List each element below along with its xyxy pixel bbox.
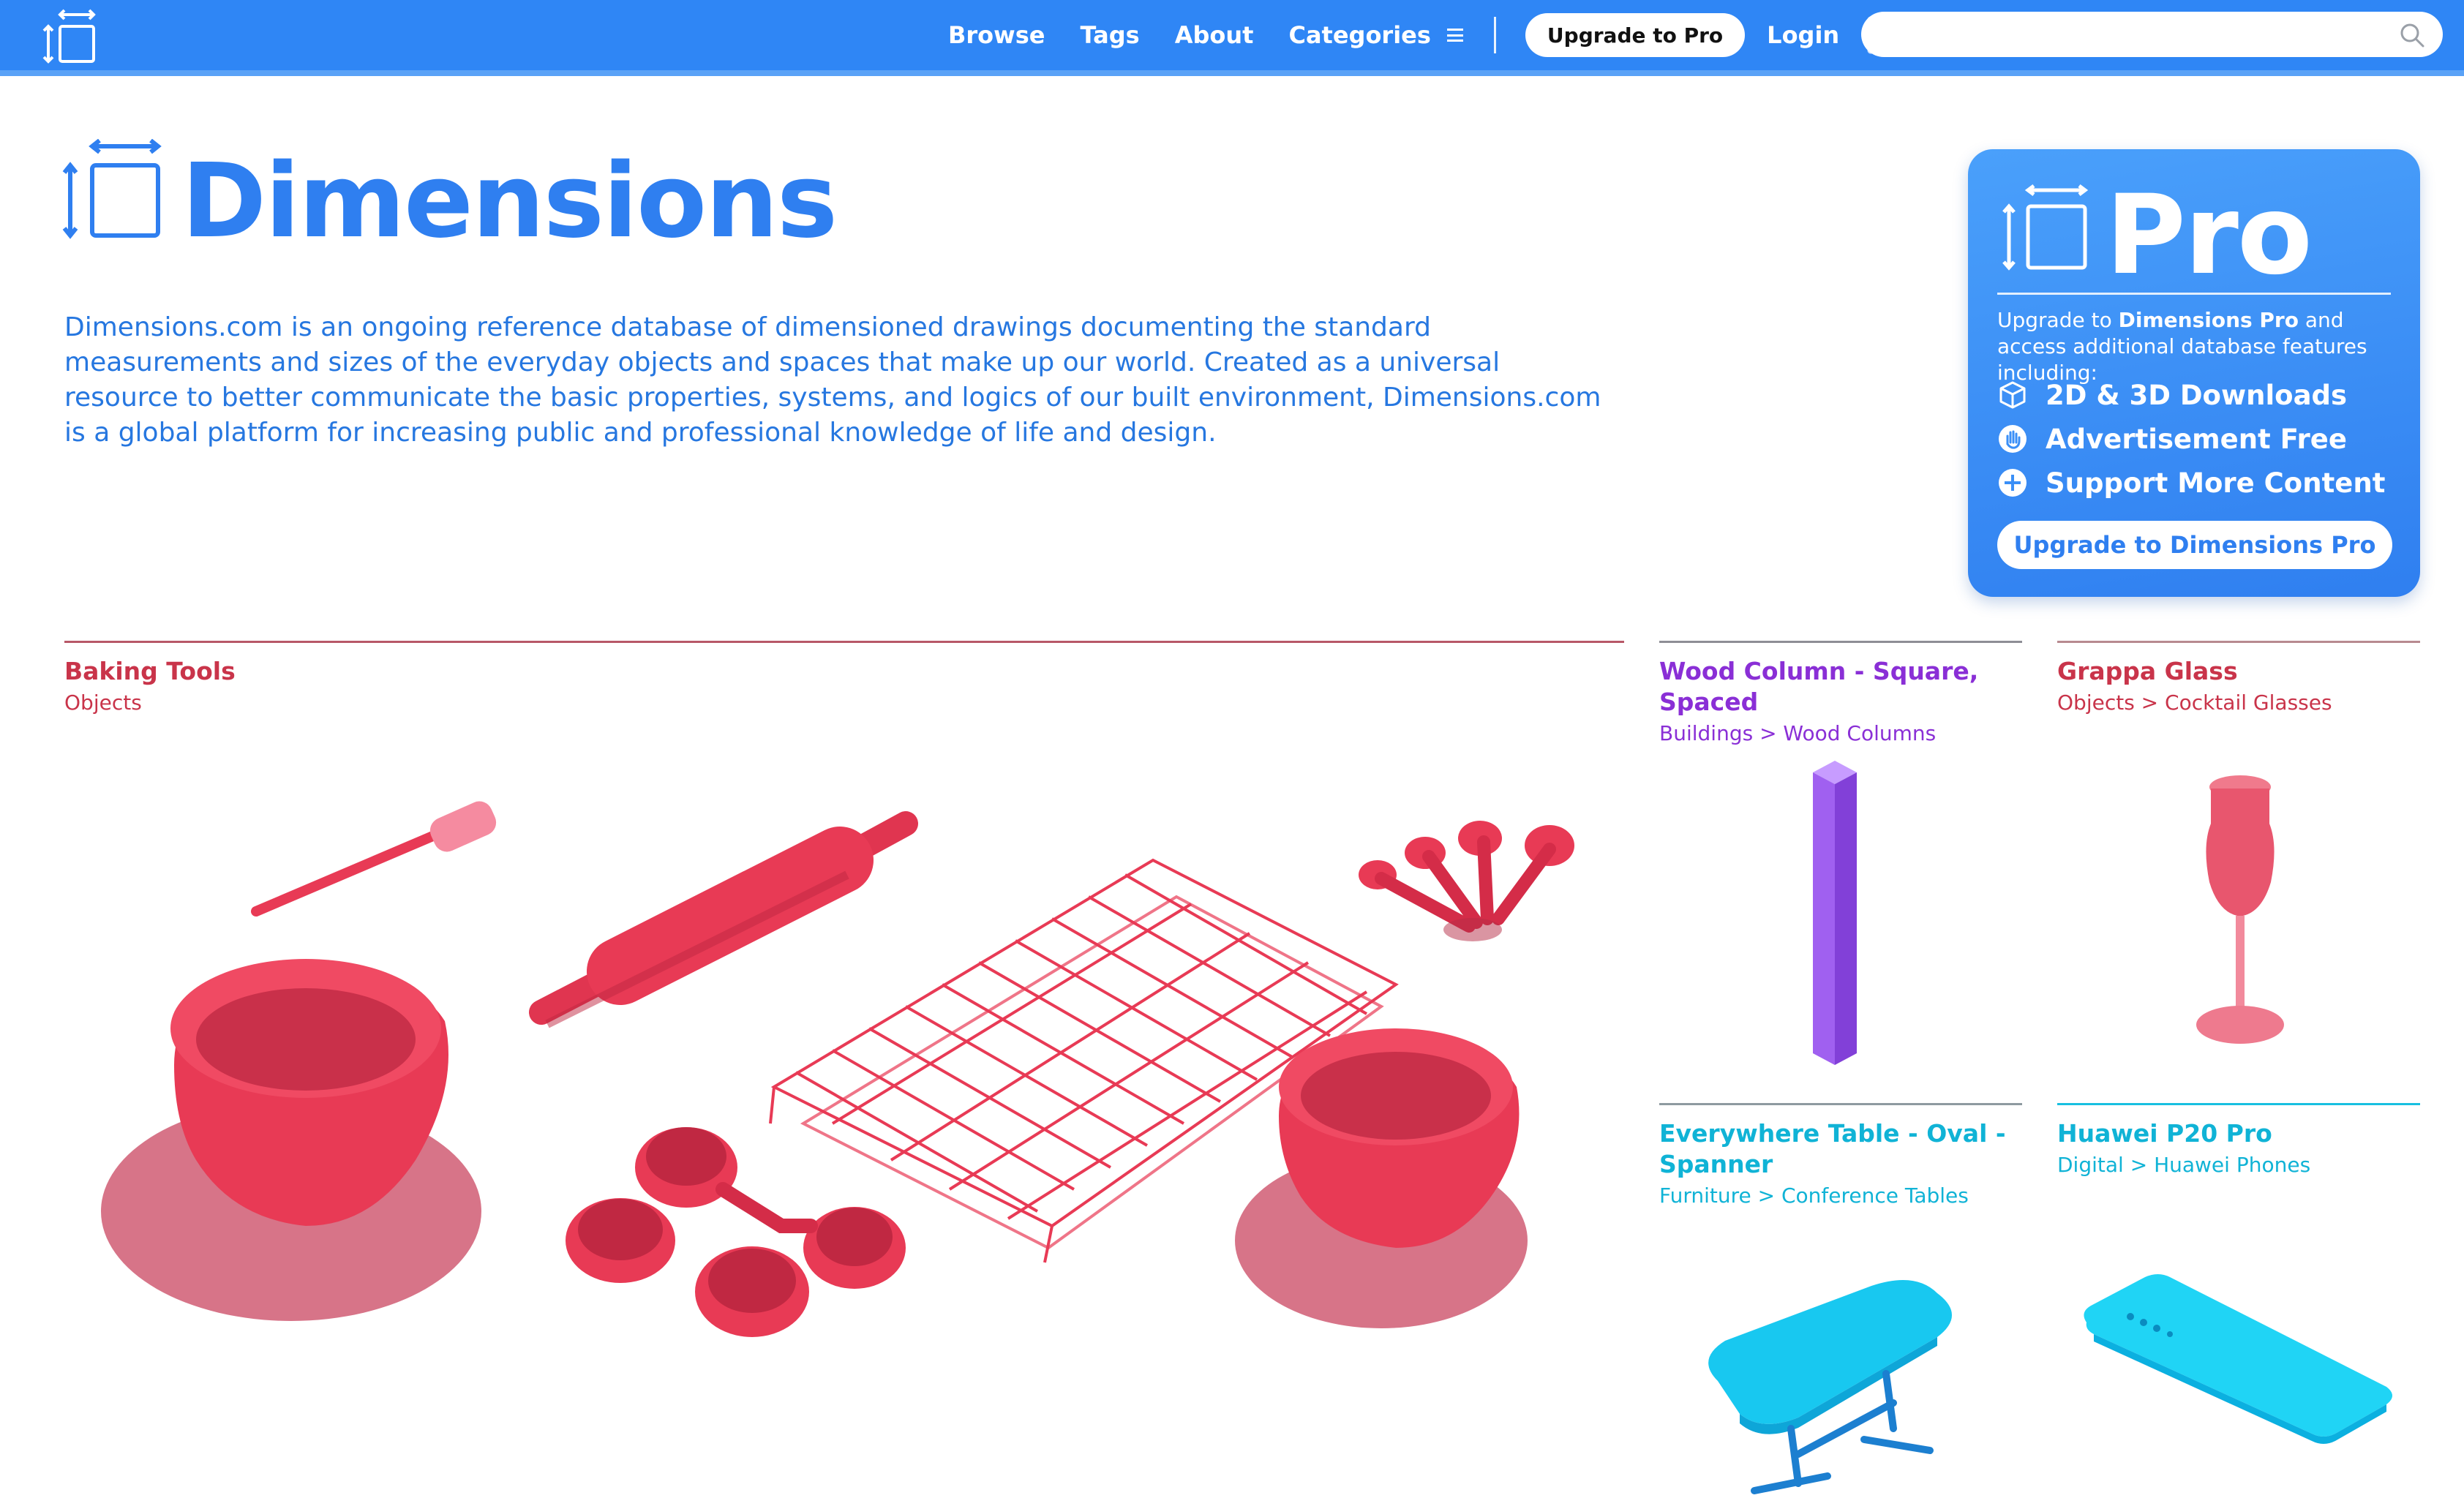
nav-tags[interactable]: Tags bbox=[1080, 21, 1139, 49]
hand-icon bbox=[1999, 425, 2027, 453]
card-wood-column[interactable]: Wood Column - Square, Spaced Buildings >… bbox=[1659, 641, 2022, 1080]
card-everywhere-table[interactable]: Everywhere Table - Oval - Spanner Furnit… bbox=[1659, 1103, 2022, 1498]
pro-text-prefix: Upgrade to bbox=[1997, 308, 2119, 332]
nav-about[interactable]: About bbox=[1175, 21, 1254, 49]
card-divider bbox=[2057, 1103, 2420, 1105]
rolling-pin-drawing bbox=[529, 811, 918, 1028]
baking-tools-illustration[interactable] bbox=[64, 780, 1624, 1365]
login-link[interactable]: Login bbox=[1767, 21, 1839, 49]
card-category[interactable]: Digital > Huawei Phones bbox=[2057, 1152, 2420, 1178]
wood-column-illustration[interactable] bbox=[1798, 750, 1871, 1072]
nav-browse[interactable]: Browse bbox=[948, 21, 1045, 49]
pro-feature-list: 2D & 3D Downloads Advertisement Free Sup… bbox=[1997, 373, 2385, 505]
card-category[interactable]: Objects > Cocktail Glasses bbox=[2057, 690, 2420, 716]
plus-circle-icon bbox=[1999, 469, 2027, 497]
nav-categories[interactable]: Categories bbox=[1288, 21, 1463, 49]
card-divider bbox=[1659, 1103, 2022, 1105]
card-title[interactable]: Wood Column - Square, Spaced bbox=[1659, 656, 2022, 718]
upgrade-to-dimensions-pro-button[interactable]: Upgrade to Dimensions Pro bbox=[1997, 521, 2392, 569]
card-category[interactable]: Buildings > Wood Columns bbox=[1659, 720, 2022, 747]
pro-feature-support: Support More Content bbox=[1997, 461, 2385, 505]
mixing-bowl-right-drawing bbox=[1235, 1028, 1528, 1328]
pro-feature-label: 2D & 3D Downloads bbox=[2046, 379, 2348, 411]
card-category[interactable]: Furniture > Conference Tables bbox=[1659, 1183, 2022, 1209]
grappa-glass-illustration[interactable] bbox=[2189, 772, 2291, 1050]
card-title[interactable]: Grappa Glass bbox=[2057, 656, 2420, 687]
card-baking-tools[interactable]: Baking Tools Objects bbox=[64, 641, 1624, 1498]
page-title: Dimensions bbox=[181, 142, 838, 261]
card-title[interactable]: Baking Tools bbox=[64, 656, 1624, 687]
dimensions-pro-logo-icon bbox=[2002, 184, 2089, 271]
pro-promo-card: Pro Upgrade to Dimensions Pro and access… bbox=[1968, 149, 2420, 597]
search-box bbox=[1861, 12, 2443, 57]
dimensions-logo-icon[interactable] bbox=[42, 9, 99, 66]
pro-title: Pro bbox=[2106, 172, 2313, 299]
pro-feature-label: Support More Content bbox=[2046, 467, 2386, 499]
dimensions-hero-logo-icon bbox=[62, 139, 162, 239]
top-navbar: Browse Tags About Categories Upgrade to … bbox=[0, 0, 2464, 76]
pro-divider bbox=[1997, 293, 2391, 295]
spatula-drawing bbox=[251, 801, 497, 917]
card-huawei-p20-pro[interactable]: Huawei P20 Pro Digital > Huawei Phones bbox=[2057, 1103, 2420, 1498]
cube-icon bbox=[1999, 381, 2026, 409]
card-grappa-glass[interactable]: Grappa Glass Objects > Cocktail Glasses bbox=[2057, 641, 2420, 1080]
site-description: Dimensions.com is an ongoing reference d… bbox=[64, 312, 1601, 448]
search-input[interactable] bbox=[1861, 12, 2373, 57]
search-icon[interactable] bbox=[2399, 22, 2425, 48]
pro-feature-label: Advertisement Free bbox=[2046, 423, 2347, 455]
measuring-spoons-drawing bbox=[1359, 821, 1574, 941]
pro-feature-downloads: 2D & 3D Downloads bbox=[1997, 373, 2385, 417]
menu-icon bbox=[1446, 29, 1463, 42]
main-nav: Browse Tags About Categories Upgrade to … bbox=[948, 0, 1896, 70]
pro-feature-ad-free: Advertisement Free bbox=[1997, 417, 2385, 461]
pro-text-bold: Dimensions Pro bbox=[2118, 308, 2299, 332]
mixing-bowl-left-drawing bbox=[101, 959, 481, 1321]
everywhere-table-illustration[interactable] bbox=[1696, 1271, 1988, 1498]
card-title[interactable]: Huawei P20 Pro bbox=[2057, 1118, 2420, 1149]
upgrade-to-pro-button[interactable]: Upgrade to Pro bbox=[1525, 13, 1746, 57]
measuring-cups-drawing bbox=[566, 1127, 906, 1337]
nav-categories-label: Categories bbox=[1288, 21, 1431, 49]
card-category[interactable]: Objects bbox=[64, 690, 1624, 716]
card-divider bbox=[64, 641, 1624, 643]
card-title[interactable]: Everywhere Table - Oval - Spanner bbox=[1659, 1118, 2022, 1180]
nav-divider bbox=[1493, 17, 1496, 53]
huawei-phone-illustration[interactable] bbox=[2079, 1271, 2401, 1447]
card-divider bbox=[1659, 641, 2022, 643]
card-divider bbox=[2057, 641, 2420, 643]
